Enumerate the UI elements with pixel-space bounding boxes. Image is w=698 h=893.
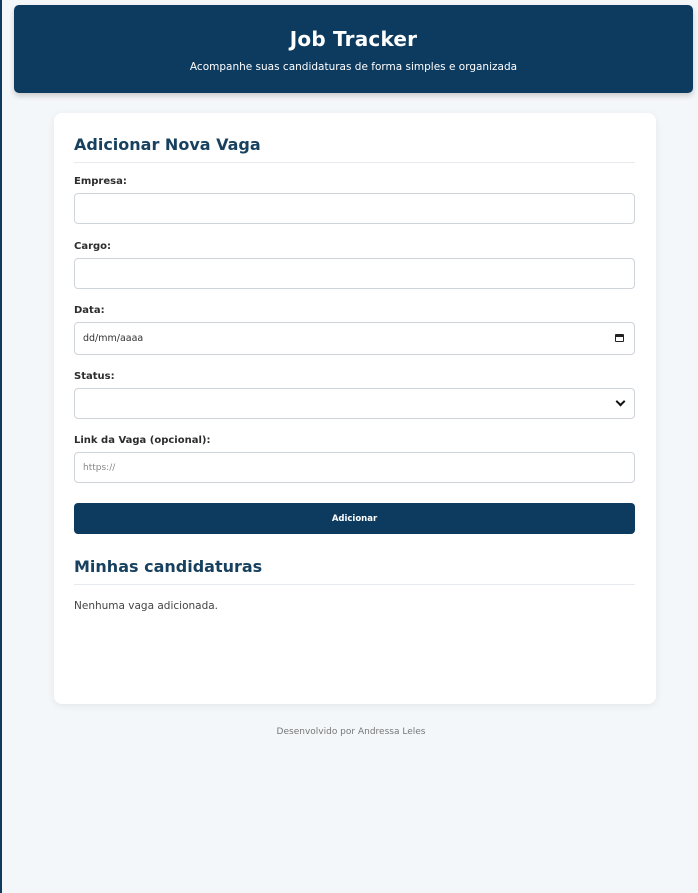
empty-list-message: Nenhuma vaga adicionada. [74,600,219,612]
app-subtitle: Acompanhe suas candidaturas de forma sim… [189,61,518,73]
app-title: Job Tracker [289,27,418,51]
calendar-icon[interactable] [615,334,624,342]
empresa-label: Empresa: [74,176,127,187]
empresa-input[interactable] [74,193,635,224]
chevron-down-icon [615,396,626,407]
applications-title: Minhas candidaturas [74,557,635,585]
date-input[interactable]: dd/mm/aaaa [74,322,635,355]
cargo-label: Cargo: [74,241,112,252]
link-placeholder: https:// [83,462,116,473]
status-select[interactable] [74,388,635,419]
add-button[interactable]: Adicionar [74,503,635,534]
footer-credit: Desenvolvido por Andressa Leles [276,727,426,737]
main-card: Adicionar Nova Vaga Empresa: Cargo: Data… [54,113,656,704]
status-label: Status: [74,371,115,382]
app-header: Job Tracker Acompanhe suas candidaturas … [14,5,693,93]
form-title: Adicionar Nova Vaga [74,135,635,163]
link-input[interactable]: https:// [74,452,635,483]
date-placeholder: dd/mm/aaaa [83,333,144,344]
cargo-input[interactable] [74,258,635,289]
data-label: Data: [74,305,105,316]
link-label: Link da Vaga (opcional): [74,435,211,446]
